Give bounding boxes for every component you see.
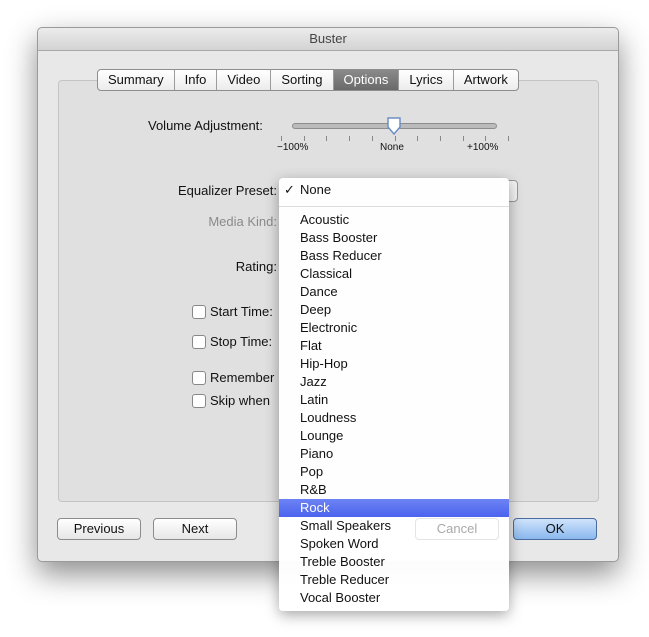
menu-item-spoken-word[interactable]: Spoken Word — [279, 535, 509, 553]
tab-artwork[interactable]: Artwork — [454, 70, 518, 90]
previous-button[interactable]: Previous — [57, 518, 141, 540]
volume-min-label: −100% — [277, 142, 309, 153]
menu-item-small-speakers[interactable]: Small Speakers — [279, 517, 509, 535]
volume-tick — [462, 136, 464, 141]
volume-tick — [394, 136, 396, 141]
menu-separator — [279, 206, 509, 207]
menu-item-rock[interactable]: Rock — [279, 499, 509, 517]
volume-tick — [349, 136, 351, 141]
window-title: Buster — [38, 28, 618, 51]
volume-slider-thumb[interactable] — [386, 117, 402, 135]
menu-item-label: None — [300, 182, 332, 197]
volume-tick — [417, 136, 419, 141]
menu-item-classical[interactable]: Classical — [279, 265, 509, 283]
rating-label: Rating: — [235, 259, 277, 274]
menu-item-treble-reducer[interactable]: Treble Reducer — [279, 571, 509, 589]
volume-tick — [439, 136, 441, 141]
volume-tick — [485, 136, 487, 141]
volume-tick — [281, 136, 282, 141]
menu-item-deep[interactable]: Deep — [279, 301, 509, 319]
tab-summary[interactable]: Summary — [98, 70, 175, 90]
equalizer-label: Equalizer Preset: — [178, 183, 277, 198]
menu-item-loudness[interactable]: Loudness — [279, 409, 509, 427]
equalizer-preset-menu: ✓ None Acoustic Bass Booster Bass Reducer Cl… — [279, 178, 509, 611]
ok-button[interactable]: OK — [513, 518, 597, 540]
volume-label: Volume Adjustment: — [148, 118, 263, 133]
menu-item-latin[interactable]: Latin — [279, 391, 509, 409]
tab-info[interactable]: Info — [175, 70, 218, 90]
skip-checkbox[interactable] — [192, 394, 206, 408]
menu-item-dance[interactable]: Dance — [279, 283, 509, 301]
menu-item-pop[interactable]: Pop — [279, 463, 509, 481]
volume-tick — [371, 136, 373, 141]
tab-lyrics[interactable]: Lyrics — [399, 70, 454, 90]
stop-time-checkbox[interactable] — [192, 335, 206, 349]
volume-tick — [508, 136, 509, 141]
next-button[interactable]: Next — [153, 518, 237, 540]
tab-bar: Summary Info Video Sorting Options Lyrics Artw… — [97, 69, 519, 91]
remember-checkbox[interactable] — [192, 371, 206, 385]
menu-item-bass-booster[interactable]: Bass Booster — [279, 229, 509, 247]
tab-video[interactable]: Video — [217, 70, 272, 90]
media-kind-label: Media Kind: — [208, 214, 277, 229]
menu-item-hip-hop[interactable]: Hip-Hop — [279, 355, 509, 373]
tab-sorting[interactable]: Sorting — [271, 70, 334, 90]
volume-mid-label: None — [380, 142, 404, 153]
menu-item-bass-reducer[interactable]: Bass Reducer — [279, 247, 509, 265]
menu-item-flat[interactable]: Flat — [279, 337, 509, 355]
menu-item-acoustic[interactable]: Acoustic — [279, 211, 509, 229]
menu-item-lounge[interactable]: Lounge — [279, 427, 509, 445]
start-time-checkbox[interactable] — [192, 305, 206, 319]
stop-time-label: Stop Time: — [210, 334, 273, 349]
start-time-label: Start Time: — [210, 304, 273, 319]
menu-item-jazz[interactable]: Jazz — [279, 373, 509, 391]
menu-item-electronic[interactable]: Electronic — [279, 319, 509, 337]
volume-tick — [326, 136, 328, 141]
checkmark-icon: ✓ — [284, 182, 295, 197]
volume-max-label: +100% — [467, 142, 499, 153]
menu-item-treble-booster[interactable]: Treble Booster — [279, 553, 509, 571]
menu-item-none[interactable]: ✓ None — [279, 181, 509, 199]
remember-label: Remember — [210, 370, 275, 385]
menu-item-r-b[interactable]: R&B — [279, 481, 509, 499]
tab-options[interactable]: Options — [333, 70, 400, 90]
menu-item-vocal-booster[interactable]: Vocal Booster — [279, 589, 509, 607]
menu-item-piano[interactable]: Piano — [279, 445, 509, 463]
skip-label: Skip when — [210, 393, 270, 408]
volume-tick — [303, 136, 305, 141]
